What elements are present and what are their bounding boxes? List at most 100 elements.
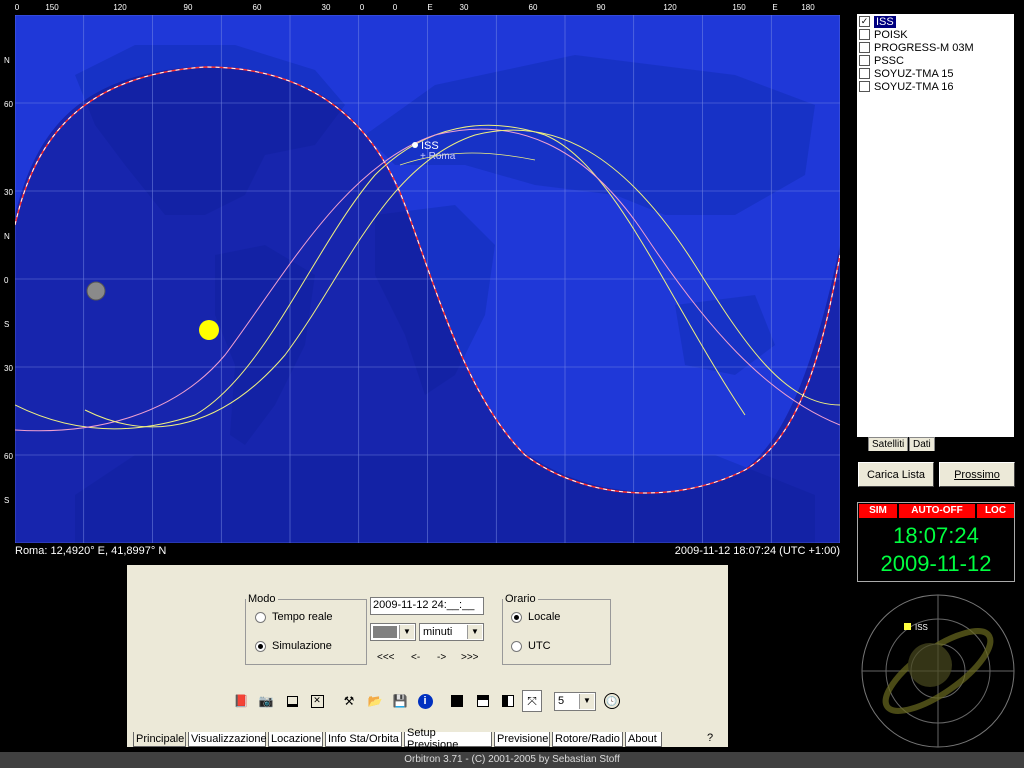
longitude-label: 120 — [113, 3, 127, 12]
screen2-icon[interactable] — [473, 690, 493, 712]
longitude-label: 120 — [663, 3, 677, 12]
nav-forward[interactable]: -> — [437, 652, 446, 663]
local-radio[interactable]: Locale — [511, 611, 560, 623]
simulation-radio-dot[interactable] — [255, 640, 266, 652]
nav-fast-back[interactable]: <<< — [377, 652, 395, 663]
tab-info-sta-orbita[interactable]: Info Sta/Orbita — [325, 732, 402, 747]
save-icon[interactable]: 💾 — [390, 690, 410, 712]
satellite-checkbox[interactable] — [859, 42, 870, 53]
mode-group: Modo — [245, 593, 367, 665]
longitude-label: 0 — [14, 3, 20, 12]
satellite-checkbox[interactable] — [859, 81, 870, 92]
time-ref-group: Orario — [502, 593, 611, 665]
longitude-label: E — [427, 3, 433, 12]
realtime-radio[interactable]: Tempo reale — [255, 611, 333, 623]
satellite-name: POISK — [874, 28, 908, 41]
book-icon[interactable]: 📕 — [231, 690, 251, 712]
realtime-label: Tempo reale — [272, 611, 333, 623]
satellite-list[interactable]: ✓ ISS POISK PROGRESS-M 03M PSSC SOYUZ-TMA 15 S… — [857, 14, 1014, 437]
tab-previsione[interactable]: Previsione — [494, 732, 550, 747]
radar-sat-label: ISS — [915, 623, 928, 632]
next-button[interactable]: Prossimo — [939, 462, 1015, 487]
clock-date: 2009-11-12 — [880, 551, 992, 576]
mode-title: Modo — [248, 593, 276, 605]
tab-visualizzazione[interactable]: Visualizzazione — [188, 732, 267, 747]
satellite-name: SOYUZ-TMA 16 — [874, 80, 954, 93]
minimize-icon[interactable] — [282, 690, 302, 712]
satellite-item[interactable]: PSSC — [859, 54, 904, 67]
step-unit-value: minuti — [423, 626, 453, 638]
status-bar: Orbitron 3.71 - (C) 2001-2005 by Sebasti… — [0, 752, 1024, 768]
utc-radio-dot[interactable] — [511, 640, 522, 652]
fullscreen-icon[interactable]: ⤧ — [522, 690, 542, 712]
latitude-label: S — [4, 496, 10, 505]
latitude-label: 30 — [4, 364, 13, 373]
realtime-radio-dot[interactable] — [255, 611, 266, 623]
simulation-radio[interactable]: Simulazione — [255, 640, 332, 652]
local-label: Locale — [528, 611, 561, 623]
local-radio-dot[interactable] — [511, 611, 522, 623]
screen3-icon[interactable] — [498, 690, 518, 712]
longitude-label: 150 — [732, 3, 746, 12]
camera-icon[interactable]: 📷 — [256, 690, 276, 712]
tab-principale[interactable]: Principale — [133, 732, 186, 747]
satellite-checkbox[interactable] — [859, 29, 870, 40]
clock-display: SIM AUTO-OFF LOC 18:07:24 2009-11-12 — [857, 502, 1015, 582]
longitude-label: 60 — [528, 3, 538, 12]
info-icon[interactable]: i — [415, 690, 435, 712]
cursor-location: Roma: 12,4920° E, 41,8997° N — [15, 545, 167, 557]
satellite-checkbox[interactable]: ✓ — [859, 16, 870, 27]
satellite-name: PROGRESS-M 03M — [874, 41, 974, 54]
datetime-input[interactable]: 2009-11-12 24:__:__ — [370, 597, 484, 615]
step-value-dropdown[interactable]: ▼ — [370, 623, 416, 641]
open-folder-icon[interactable]: 📂 — [365, 690, 385, 712]
longitude-label: 30 — [321, 3, 331, 12]
satellite-checkbox[interactable] — [859, 68, 870, 79]
simulation-label: Simulazione — [272, 640, 332, 652]
satellite-checkbox[interactable] — [859, 55, 870, 66]
tab-locazione[interactable]: Locazione — [268, 732, 323, 747]
longitude-label: 90 — [183, 3, 193, 12]
latitude-label: N — [4, 232, 10, 241]
longitude-label: 30 — [459, 3, 469, 12]
loc-badge[interactable]: LOC — [977, 504, 1014, 518]
map-datetime: 2009-11-12 18:07:24 (UTC +1:00) — [674, 545, 840, 557]
roma-marker-label: + Roma — [420, 151, 456, 162]
utc-label: UTC — [528, 640, 551, 652]
sim-badge[interactable]: SIM — [859, 504, 897, 518]
control-panel: Modo Tempo reale Simulazione 2009-11-12 … — [127, 565, 728, 747]
satellite-item[interactable]: SOYUZ-TMA 15 — [859, 67, 953, 80]
clock-icon[interactable]: 🕓 — [602, 690, 622, 712]
tab-rotore-radio[interactable]: Rotore/Radio — [552, 732, 623, 747]
tools-icon[interactable]: ⚒ — [339, 690, 359, 712]
auto-off-badge[interactable]: AUTO-OFF — [899, 504, 975, 518]
satellite-item[interactable]: PROGRESS-M 03M — [859, 41, 974, 54]
close-icon[interactable]: ✕ — [307, 690, 327, 712]
longitude-label: 60 — [252, 3, 262, 12]
tab-satelliti[interactable]: Satelliti — [868, 437, 909, 451]
satellite-item[interactable]: SOYUZ-TMA 16 — [859, 80, 953, 93]
satellite-name: PSSC — [874, 54, 904, 67]
latitude-label: 0 — [4, 276, 9, 285]
world-map[interactable] — [15, 15, 840, 543]
satellite-item[interactable]: POISK — [859, 28, 908, 41]
speed-dropdown[interactable]: 5 ▼ — [554, 692, 596, 711]
nav-fast-forward[interactable]: >>> — [461, 652, 479, 663]
latitude-label: S — [4, 320, 10, 329]
latitude-label: 30 — [4, 188, 13, 197]
longitude-label: 0 — [359, 3, 365, 12]
step-unit-dropdown[interactable]: minuti ▼ — [419, 623, 484, 641]
speed-value: 5 — [558, 695, 565, 707]
longitude-label: 180 — [801, 3, 815, 12]
longitude-label: 90 — [596, 3, 606, 12]
utc-radio[interactable]: UTC — [511, 640, 551, 652]
satellite-item[interactable]: ✓ ISS — [859, 15, 896, 28]
longitude-label: 150 — [45, 3, 59, 12]
tab-dati[interactable]: Dati — [909, 437, 935, 451]
help-button[interactable]: ? — [704, 732, 717, 744]
tab-setup-previsione[interactable]: Setup Previsione — [404, 727, 492, 751]
tab-about[interactable]: About — [625, 732, 662, 747]
screen1-icon[interactable] — [447, 690, 467, 712]
load-list-button[interactable]: Carica Lista — [858, 462, 934, 487]
nav-back[interactable]: <- — [411, 652, 420, 663]
